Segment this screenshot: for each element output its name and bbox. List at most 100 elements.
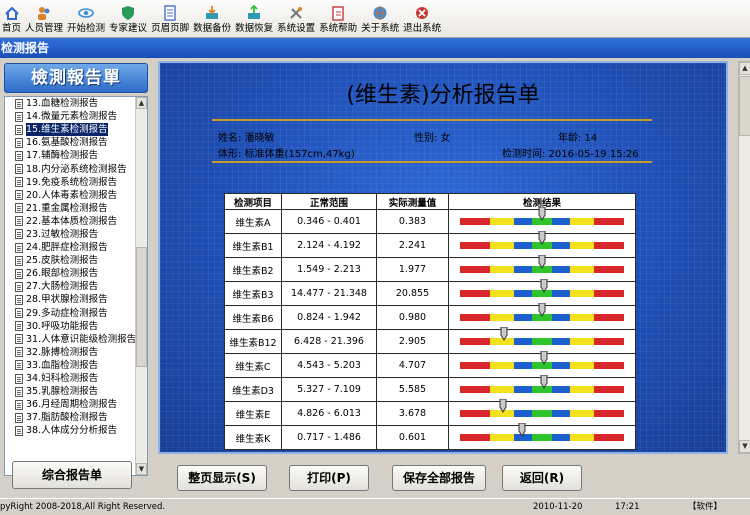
report-list-item[interactable]: 25.皮肤检测报告 (15, 254, 147, 267)
report-list-item[interactable]: 33.血脂检测报告 (15, 359, 147, 372)
toolbar-button-label: 关于系统 (361, 23, 400, 34)
cell-range: 6.428 - 21.396 (281, 329, 377, 354)
report-list-item[interactable]: 15.维生素检测报告 (15, 123, 147, 137)
table-row: 维生素D3 5.327 - 7.109 5.585 (224, 375, 636, 402)
back-button[interactable]: 返回(R) (502, 465, 582, 491)
document-icon (15, 216, 23, 227)
report-scrollbar[interactable]: ▲ ▼ (738, 61, 750, 454)
result-marker-icon (538, 255, 546, 269)
document-icon (15, 242, 23, 253)
header-value: 实际测量值 (376, 193, 449, 210)
patient-body-type: 体形: 标准体重(157cm,47kg) (218, 149, 355, 160)
exit-icon (416, 7, 429, 19)
tools-icon (290, 7, 303, 19)
toolbar-button-9[interactable]: 系统帮助 (317, 0, 359, 37)
report-scroll-thumb[interactable] (739, 76, 750, 136)
document-icon (15, 281, 23, 292)
scroll-up-icon[interactable]: ▲ (136, 97, 147, 109)
report-list-item[interactable]: 29.多动症检测报告 (15, 307, 147, 320)
cell-result (448, 327, 636, 354)
full-page-button[interactable]: 整页显示(S) (177, 465, 267, 491)
cell-item: 维生素A (224, 209, 282, 234)
toolbar-button-2[interactable]: 人员管理 (23, 0, 65, 37)
report-list-item[interactable]: 26.眼部检测报告 (15, 267, 147, 280)
report-list-item[interactable]: 18.内分泌系统检测报告 (15, 162, 147, 175)
report-list-item[interactable]: 27.大肠检测报告 (15, 280, 147, 293)
toolbar-button-11[interactable]: 退出系统 (401, 0, 443, 37)
document-icon (15, 137, 23, 148)
restore-icon (248, 5, 261, 19)
result-marker-icon (538, 207, 546, 221)
report-list-item[interactable]: 34.妇科检测报告 (15, 372, 147, 385)
toolbar-button-4[interactable]: 专家建议 (107, 0, 149, 37)
toolbar-button-5[interactable]: 页眉页脚 (149, 0, 191, 37)
backup-icon (206, 6, 219, 19)
report-list-item[interactable]: 14.微量元素检测报告 (15, 110, 147, 123)
report-list-item-label: 16.氨基酸检测报告 (26, 137, 108, 149)
document-icon (15, 347, 23, 358)
toolbar-button-7[interactable]: 数据恢复 (233, 0, 275, 37)
report-list-item[interactable]: 32.脉搏检测报告 (15, 346, 147, 359)
report-list-item[interactable]: 37.脂肪酸检测报告 (15, 411, 147, 424)
report-list-item[interactable]: 31.人体意识能级检测报告 (15, 333, 147, 346)
result-marker-icon (538, 303, 546, 317)
cell-item: 维生素E (224, 401, 282, 426)
report-list-item[interactable]: 16.氨基酸检测报告 (15, 136, 147, 149)
report-list-item-label: 28.甲状腺检测报告 (26, 294, 108, 306)
scroll-down-icon[interactable]: ▼ (136, 463, 147, 475)
summary-report-button[interactable]: 综合报告单 (12, 461, 132, 489)
report-list-item[interactable]: 13.血糖检测报告 (15, 97, 147, 110)
report-list-item-label: 21.重金属检测报告 (26, 202, 108, 214)
report-list-item-label: 27.大肠检测报告 (26, 281, 99, 293)
scroll-up-icon[interactable]: ▲ (739, 62, 750, 75)
document-icon (15, 150, 23, 161)
report-list-item[interactable]: 21.重金属检测报告 (15, 202, 147, 215)
report-list-item-label: 20.人体毒素检测报告 (26, 189, 118, 201)
result-gauge (460, 351, 624, 369)
toolbar-button-label: 数据恢复 (235, 23, 274, 34)
save-all-button[interactable]: 保存全部报告 (392, 465, 486, 491)
report-list-item[interactable]: 17.辅酶检测报告 (15, 149, 147, 162)
shield-icon (122, 6, 135, 20)
result-gauge (460, 207, 624, 225)
report-list-item[interactable]: 23.过敏检测报告 (15, 228, 147, 241)
vitamin-results-table: 检测项目 正常范围 实际测量值 检测结果 维生素A 0.346 - 0.401 0.… (224, 193, 636, 450)
toolbar-button-3[interactable]: 开始检测 (65, 0, 107, 37)
report-list-item-label: 22.基本体质检测报告 (26, 215, 118, 227)
document-icon (15, 373, 23, 384)
eye-icon (78, 8, 94, 18)
report-list-scrollbar[interactable]: ▲ ▼ (135, 97, 147, 475)
report-list-item[interactable]: 19.免疫系统检测报告 (15, 176, 147, 189)
toolbar-button-8[interactable]: 系统设置 (275, 0, 317, 37)
report-list-item[interactable]: 20.人体毒素检测报告 (15, 189, 147, 202)
toolbar-button-1[interactable]: 首页 (0, 0, 23, 37)
report-list-item[interactable]: 28.甲状腺检测报告 (15, 293, 147, 306)
scroll-down-icon[interactable]: ▼ (739, 440, 750, 453)
cell-item: 维生素D3 (224, 377, 282, 402)
cell-item: 维生素B12 (224, 329, 282, 354)
report-title: (维生素)分析报告单 (346, 83, 540, 108)
report-list-item[interactable]: 24.肥胖症检测报告 (15, 241, 147, 254)
report-list-item[interactable]: 22.基本体质检测报告 (15, 215, 147, 228)
report-list-item[interactable]: 35.乳腺检测报告 (15, 385, 147, 398)
cell-result (448, 279, 636, 306)
report-type-list[interactable]: 13.血糖检测报告 14.微量元素检测报告 15.维生素检测报告 16.氨基酸检测报告… (4, 96, 148, 476)
report-list-item[interactable]: 38.人体成分分析报告 (15, 424, 147, 437)
cell-result (448, 375, 636, 402)
report-list-item-label: 36.月经周期检测报告 (26, 399, 118, 411)
result-marker-icon (540, 375, 548, 389)
result-gauge (460, 255, 624, 273)
cell-value: 0.980 (376, 305, 449, 330)
report-list-item[interactable]: 36.月经周期检测报告 (15, 398, 147, 411)
report-list-item[interactable]: 30.呼吸功能报告 (15, 320, 147, 333)
document-icon (15, 308, 23, 319)
toolbar-button-6[interactable]: 数据备份 (191, 0, 233, 37)
print-button[interactable]: 打印(P) (289, 465, 369, 491)
toolbar-button-10[interactable]: 关于系统 (359, 0, 401, 37)
document-icon (164, 5, 176, 21)
report-list-item-label: 29.多动症检测报告 (26, 307, 108, 319)
scroll-thumb[interactable] (136, 247, 147, 367)
report-list-item-label: 15.维生素检测报告 (26, 123, 108, 137)
cell-range: 0.717 - 1.486 (281, 425, 377, 450)
table-row: 维生素B2 1.549 - 2.213 1.977 (224, 255, 636, 282)
